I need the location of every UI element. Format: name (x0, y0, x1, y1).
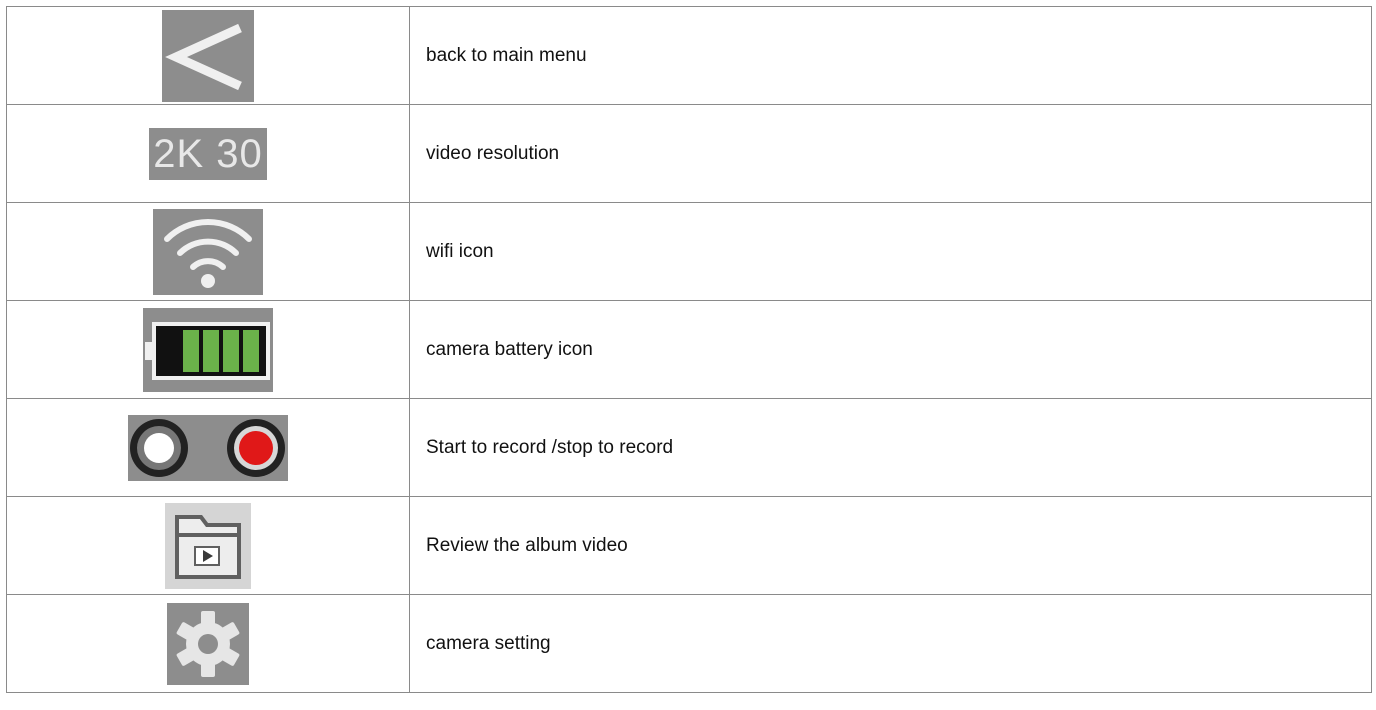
icon-cell: 2K 30 (6, 104, 410, 203)
row-label: back to main menu (409, 6, 1372, 105)
icon-legend-table: back to main menu 2K 30 video resolution… (6, 6, 1372, 693)
battery-cell (223, 329, 239, 372)
table-row: camera setting (6, 594, 1372, 693)
table-row: camera battery icon (6, 300, 1372, 399)
resolution-badge-text: 2K 30 (153, 131, 263, 176)
wifi-icon (153, 208, 263, 295)
battery-cell (203, 329, 219, 372)
table-row: 2K 30 video resolution (6, 104, 1372, 203)
gear-icon (167, 602, 249, 685)
icon-cell (6, 398, 410, 497)
table-row: wifi icon (6, 202, 1372, 301)
record-toggle-icon (128, 414, 288, 481)
row-label: video resolution (409, 104, 1372, 203)
table-row: Review the album video (6, 496, 1372, 595)
icon-cell (6, 6, 410, 105)
row-label: wifi icon (409, 202, 1372, 301)
battery-cell (183, 329, 199, 372)
row-label: Review the album video (409, 496, 1372, 595)
row-label: camera setting (409, 594, 1372, 693)
icon-cell (6, 496, 410, 595)
table-row: back to main menu (6, 6, 1372, 105)
icon-cell (6, 300, 410, 399)
battery-icon (143, 307, 273, 392)
album-folder-icon (165, 502, 251, 589)
icon-cell (6, 594, 410, 693)
row-label: camera battery icon (409, 300, 1372, 399)
chevron-left-icon (162, 9, 254, 102)
resolution-badge: 2K 30 (149, 127, 267, 180)
row-label: Start to record /stop to record (409, 398, 1372, 497)
table-row: Start to record /stop to record (6, 398, 1372, 497)
battery-cell (243, 329, 259, 372)
icon-cell (6, 202, 410, 301)
